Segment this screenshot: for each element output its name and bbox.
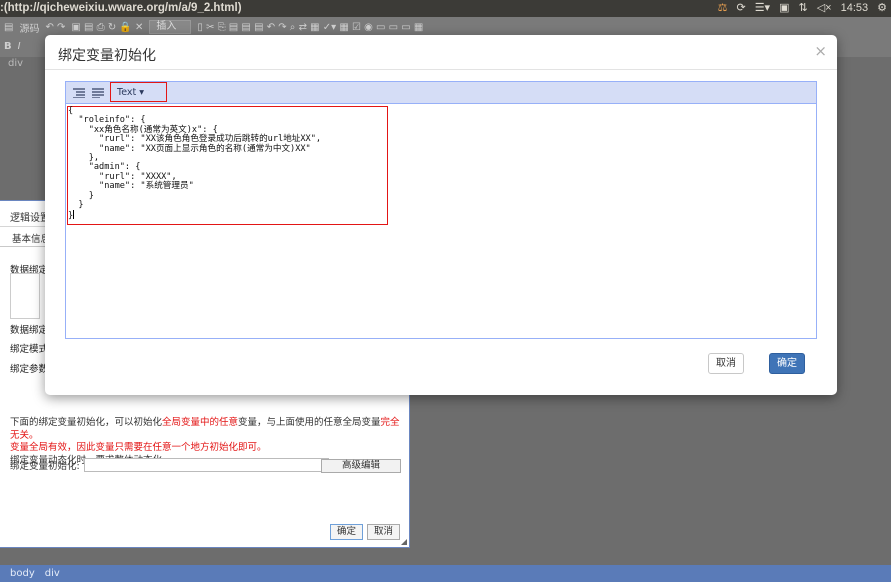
- init-label: 绑定变量初始化:: [10, 461, 80, 472]
- info-text: 下面的绑定变量初始化，可以初始化: [10, 417, 163, 428]
- info-text: 变量，与上面使用的任意全局变量: [238, 417, 381, 428]
- info-warning: 变量全局有效，因此变量只需要在任意一个地方初始化即可。: [10, 442, 267, 453]
- format-icon[interactable]: [70, 85, 88, 101]
- element-path-top: div: [8, 58, 24, 69]
- system-tray: ⚖ ⟳ ☰▾ ▣ ⇅ ◁× 14:53 ⚙: [718, 1, 887, 16]
- modal-title: 绑定变量初始化: [58, 48, 156, 64]
- mode-dropdown[interactable]: Text ▾: [110, 82, 167, 102]
- init-input[interactable]: [83, 458, 329, 472]
- data-bind-label-2: 数据绑定: [10, 325, 49, 336]
- data-bind-textarea[interactable]: [10, 273, 40, 319]
- sync-icon[interactable]: ⟳: [736, 1, 745, 16]
- network-icon[interactable]: ⇅: [798, 1, 807, 16]
- window-title: :(http://qicheweixiu.wware.org/m/a/9_2.h…: [0, 2, 242, 14]
- advanced-edit-button[interactable]: 高级编辑: [321, 459, 401, 473]
- text-caret: [73, 210, 75, 220]
- code-line: "name": "系统管理员": [68, 181, 194, 192]
- json-editor-menu: Text ▾: [66, 82, 816, 104]
- save-icon[interactable]: ▣ ▤ ⎙ ↻ 🔒 ✕: [71, 22, 143, 33]
- code-line: "name": "XX页面上显示角色的名称(通常为中文)XX": [68, 143, 311, 154]
- toolbar-row-1: ▤ 源码 ↶ ↷ ▣ ▤ ⎙ ↻ 🔒 ✕ 插入 ▯ ✂ ⎘ ▤ ▤ ▤ ↶ ↷ …: [0, 18, 423, 36]
- json-code-area[interactable]: { "roleinfo": { "xx角色名称(通常为英文)x": { "rur…: [66, 105, 816, 338]
- settings-gear-icon[interactable]: ⚙: [877, 1, 887, 16]
- compact-icon[interactable]: [89, 85, 107, 101]
- modal-divider: [45, 69, 837, 70]
- edit-icons[interactable]: ▯ ✂ ⎘ ▤ ▤ ▤ ↶ ↷ ⌕ ⇄ ▦ ✓▾ ▦ ☑ ◉ ▭ ▭ ▭ ▦: [197, 22, 423, 33]
- ok-button[interactable]: 确定: [769, 353, 805, 374]
- system-top-panel: :(http://qicheweixiu.wware.org/m/a/9_2.h…: [0, 0, 891, 17]
- path-div[interactable]: div: [45, 568, 60, 582]
- balance-icon[interactable]: ⚖: [718, 1, 728, 16]
- path-body[interactable]: body: [10, 568, 35, 582]
- logic-ok-button[interactable]: 确定: [330, 524, 363, 540]
- code-line: }: [68, 200, 84, 211]
- resize-grip-icon[interactable]: [401, 539, 407, 545]
- init-row: 绑定变量初始化:: [10, 458, 329, 472]
- volume-icon[interactable]: ◁×: [817, 1, 832, 16]
- json-editor: Text ▾ { "roleinfo": { "xx角色名称(通常为英文)x":…: [65, 81, 817, 339]
- italic-button[interactable]: I: [18, 41, 21, 52]
- source-icon[interactable]: ▤: [4, 22, 13, 33]
- keyboard-menu-icon[interactable]: ☰▾: [755, 1, 770, 16]
- undo-icon[interactable]: ↶ ↷: [45, 22, 65, 33]
- info-highlight: 全局变量中的任意: [162, 417, 239, 428]
- code-text: { "roleinfo": { "xx角色名称(通常为英文)x": { "rur…: [68, 106, 321, 222]
- source-button[interactable]: 源码: [19, 20, 39, 35]
- bold-button[interactable]: B: [4, 41, 12, 52]
- cancel-button[interactable]: 取消: [708, 353, 744, 374]
- clock[interactable]: 14:53: [841, 1, 869, 16]
- insert-dropdown[interactable]: 插入: [149, 20, 192, 34]
- toolbar-row-2: B I: [0, 37, 21, 55]
- code-line: }: [68, 210, 75, 222]
- element-path-bar: body div: [0, 565, 891, 582]
- input-method-icon[interactable]: ▣: [779, 1, 789, 16]
- bind-init-modal: 绑定变量初始化 × Text ▾ { "roleinfo": { "xx角色名称…: [45, 35, 837, 395]
- mode-label: Text ▾: [117, 87, 145, 98]
- code-line: }: [68, 190, 94, 201]
- close-icon[interactable]: ×: [814, 42, 827, 60]
- logic-cancel-button[interactable]: 取消: [367, 524, 400, 540]
